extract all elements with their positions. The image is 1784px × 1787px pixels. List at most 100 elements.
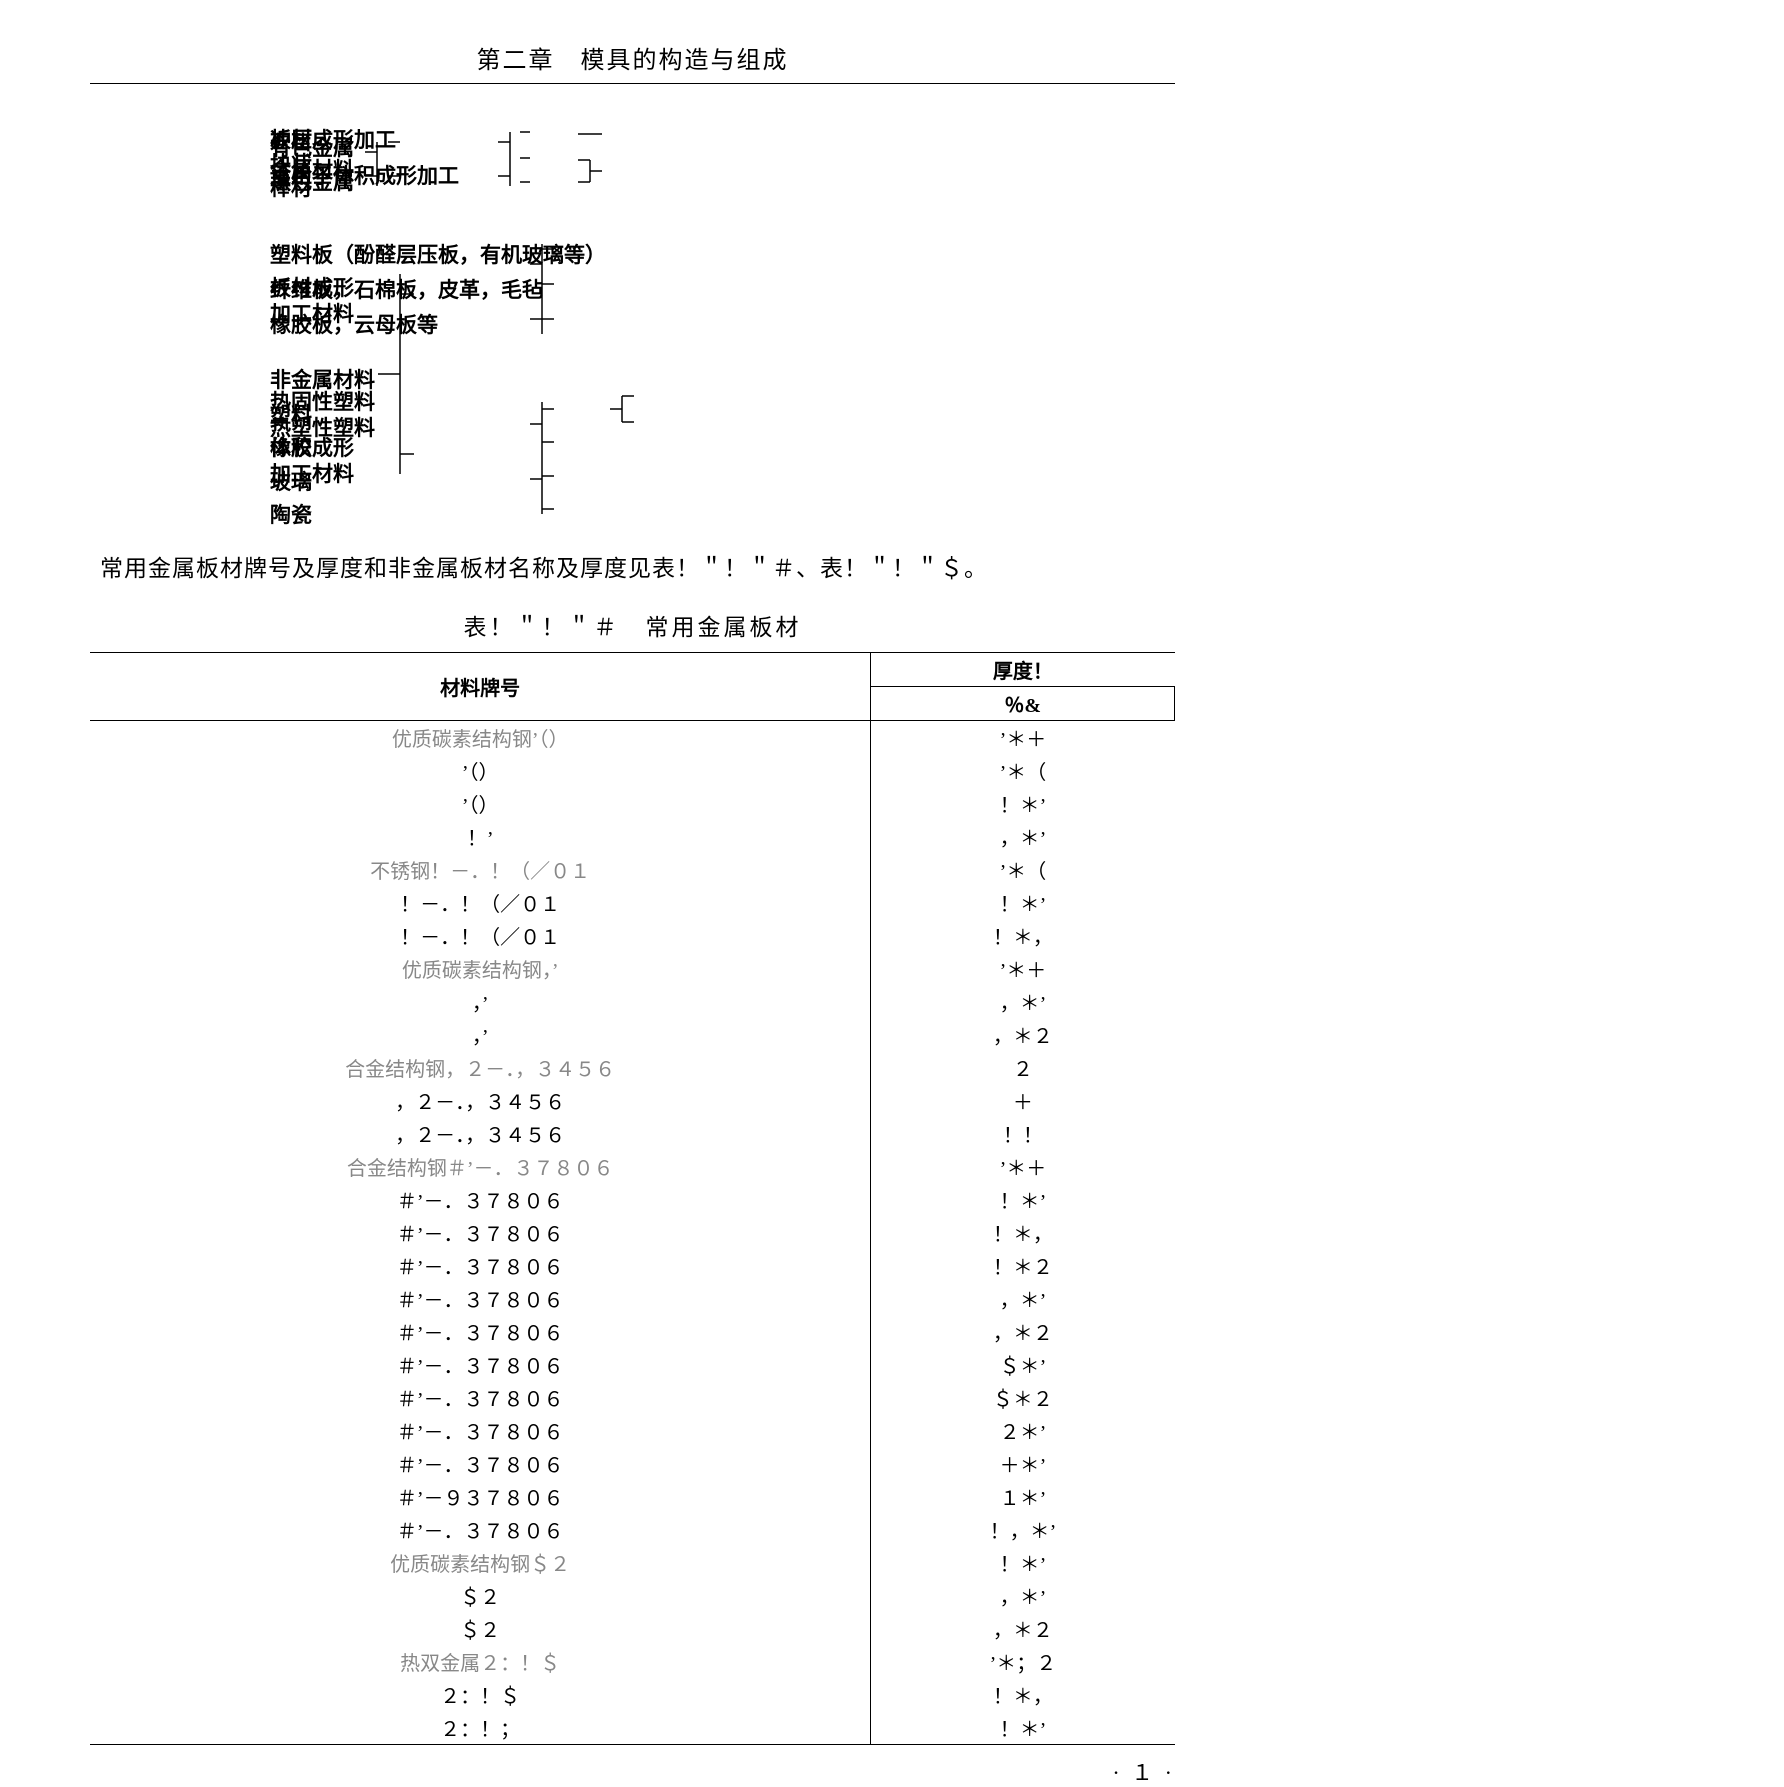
table-row: ２：！＄！＊， xyxy=(90,1678,1175,1711)
table-row: 优质碳素结构钢’（）’＊＋ xyxy=(90,721,1175,755)
cell-material: ＃’－．３７８０６ xyxy=(90,1282,871,1315)
cell-thickness: ，＊２ xyxy=(871,1315,1175,1348)
cell-thickness: ，＊’ xyxy=(871,1579,1175,1612)
table-row: ＃’－．３７８０６２＊’ xyxy=(90,1414,1175,1447)
table-row: 合金结构钢，２－．，３４５６２ xyxy=(90,1051,1175,1084)
table-row: ’（）’＊（ xyxy=(90,754,1175,787)
th-material: 材料牌号 xyxy=(90,653,871,721)
cell-thickness: ’＊（ xyxy=(871,853,1175,886)
th-thickness-2: ％& xyxy=(871,687,1175,721)
cell-material: ！－．！（／０１ xyxy=(90,919,871,952)
cell-thickness: ＄＊’ xyxy=(871,1348,1175,1381)
cell-material: 优质碳素结构钢＄２ xyxy=(90,1546,871,1579)
table-row: ＃’－．３７８０６！＊’ xyxy=(90,1183,1175,1216)
table-row: 不锈钢！－．！（／０１’＊（ xyxy=(90,853,1175,886)
cell-material: ＄２ xyxy=(90,1612,871,1645)
node-thermoplastic: 热塑性塑料 xyxy=(270,412,375,442)
table-row: ’（）！＊’ xyxy=(90,787,1175,820)
cell-material: ２：！； xyxy=(90,1711,871,1745)
cell-thickness: ＋ xyxy=(871,1084,1175,1117)
table-row: ＄２，＊’ xyxy=(90,1579,1175,1612)
table-row: ！’，＊’ xyxy=(90,820,1175,853)
cell-thickness: ！！ xyxy=(871,1117,1175,1150)
cell-material: ＃’－．３７８０６ xyxy=(90,1447,871,1480)
cell-thickness: ’＊＋ xyxy=(871,721,1175,755)
cell-material: ，’ xyxy=(90,1018,871,1051)
material-table: 材料牌号 厚度！ ％& 优质碳素结构钢’（）’＊＋’（）’＊（’（）！＊’！’，… xyxy=(90,652,1175,1745)
table-row: ！－．！（／０１！＊’ xyxy=(90,886,1175,919)
table-row: 优质碳素结构钢，’’＊＋ xyxy=(90,952,1175,985)
cell-thickness: ！＊’ xyxy=(871,787,1175,820)
cell-material: ２：！＄ xyxy=(90,1678,871,1711)
cell-material: ＃’－．３７８０６ xyxy=(90,1513,871,1546)
table-row: ，’，＊’ xyxy=(90,985,1175,1018)
cell-thickness: ！＊’ xyxy=(871,1711,1175,1745)
cell-thickness: ’＊＋ xyxy=(871,952,1175,985)
cell-material: ＃’－．３７８０６ xyxy=(90,1183,871,1216)
cell-material: ！－．！（／０１ xyxy=(90,886,871,919)
node-fiber-board: 纤维板，石棉板，皮革，毛毡 xyxy=(270,274,543,304)
table-row: ＃’－．３７８０６＄＊’ xyxy=(90,1348,1175,1381)
cell-material: ＃’－．３７８０６ xyxy=(90,1348,871,1381)
cell-material: ＃’－．３７８０６ xyxy=(90,1315,871,1348)
table-row: ２：！；！＊’ xyxy=(90,1711,1175,1745)
cell-material: ，２－．，３４５６ xyxy=(90,1117,871,1150)
th-thickness-1: 厚度！ xyxy=(871,653,1175,687)
material-diagram: 金属材料 有色金属 黑色金属 板材 块状 棒材 冲压成形加工 适用于体积成形加工… xyxy=(270,124,1644,524)
table-row: ＄２，＊２ xyxy=(90,1612,1175,1645)
table-row: ＃’－９３７８０６１＊’ xyxy=(90,1480,1175,1513)
cell-thickness: ２＊’ xyxy=(871,1414,1175,1447)
node-bulk-forming: 适用于体积成形加工 xyxy=(270,160,459,190)
cell-material: ＃’－．３７８０６ xyxy=(90,1216,871,1249)
cell-thickness: ’＊（ xyxy=(871,754,1175,787)
cell-thickness: ！＊， xyxy=(871,1678,1175,1711)
cell-thickness: ＄＊２ xyxy=(871,1381,1175,1414)
cell-thickness: ＋＊’ xyxy=(871,1447,1175,1480)
table-row: ＃’－．３７８０６！＊， xyxy=(90,1216,1175,1249)
cell-thickness: ！＊’ xyxy=(871,1183,1175,1216)
cell-thickness: ，＊’ xyxy=(871,985,1175,1018)
cell-material: ，’ xyxy=(90,985,871,1018)
table-row: ＃’－．３７８０６，＊２ xyxy=(90,1315,1175,1348)
cell-material: ！’ xyxy=(90,820,871,853)
cell-material: ＄２ xyxy=(90,1579,871,1612)
cell-material: 不锈钢！－．！（／０１ xyxy=(90,853,871,886)
table-row: 热双金属２：！＄’＊；２ xyxy=(90,1645,1175,1678)
table-row: ＃’－．３７８０６，＊’ xyxy=(90,1282,1175,1315)
cell-thickness: ’＊＋ xyxy=(871,1150,1175,1183)
table-row: ＃’－．３７８０６！＊２ xyxy=(90,1249,1175,1282)
cell-material: ’（） xyxy=(90,754,871,787)
cell-thickness: ，＊’ xyxy=(871,1282,1175,1315)
cell-material: 优质碳素结构钢，’ xyxy=(90,952,871,985)
cell-thickness: ！＊２ xyxy=(871,1249,1175,1282)
page-number: · １ · xyxy=(90,1755,1175,1787)
node-glass: 玻璃 xyxy=(270,466,312,496)
cell-thickness: ！＊’ xyxy=(871,886,1175,919)
cell-material: 合金结构钢，２－．，３４５６ xyxy=(90,1051,871,1084)
table-row: ＃’－．３７８０６！，＊’ xyxy=(90,1513,1175,1546)
cell-material: 合金结构钢＃’－．３７８０６ xyxy=(90,1150,871,1183)
table-row: ，’，＊２ xyxy=(90,1018,1175,1051)
cell-thickness: １＊’ xyxy=(871,1480,1175,1513)
table-row: ，２－．，３４５６＋ xyxy=(90,1084,1175,1117)
table-row: ！－．！（／０１！＊， xyxy=(90,919,1175,952)
node-rubber-board: 橡胶板，云母板等 xyxy=(270,309,438,339)
cell-material: ＃’－．３７８０６ xyxy=(90,1414,871,1447)
cell-material: ＃’－．３７８０６ xyxy=(90,1249,871,1282)
cell-thickness: ！，＊’ xyxy=(871,1513,1175,1546)
table-row: ＃’－．３７８０６＋＊’ xyxy=(90,1447,1175,1480)
cell-thickness: ，＊’ xyxy=(871,820,1175,853)
intro-text: 常用金属板材牌号及厚度和非金属板材名称及厚度见表！＂！＂＃、表！＂！＂＄。 xyxy=(100,549,1644,583)
node-stamping: 冲压成形加工 xyxy=(270,124,396,154)
cell-thickness: ，＊２ xyxy=(871,1612,1175,1645)
cell-thickness: ！＊， xyxy=(871,919,1175,952)
table-row: ＃’－．３７８０６＄＊２ xyxy=(90,1381,1175,1414)
cell-material: ，２－．，３４５６ xyxy=(90,1084,871,1117)
node-plastic-board: 塑料板（酚醛层压板，有机玻璃等） xyxy=(270,239,606,269)
cell-thickness: ，＊２ xyxy=(871,1018,1175,1051)
cell-material: 热双金属２：！＄ xyxy=(90,1645,871,1678)
table-row: ，２－．，３４５６！！ xyxy=(90,1117,1175,1150)
cell-thickness: ！＊’ xyxy=(871,1546,1175,1579)
table-row: 优质碳素结构钢＄２！＊’ xyxy=(90,1546,1175,1579)
table-caption: 表！＂！＂＃ 常用金属板材 xyxy=(90,608,1175,642)
